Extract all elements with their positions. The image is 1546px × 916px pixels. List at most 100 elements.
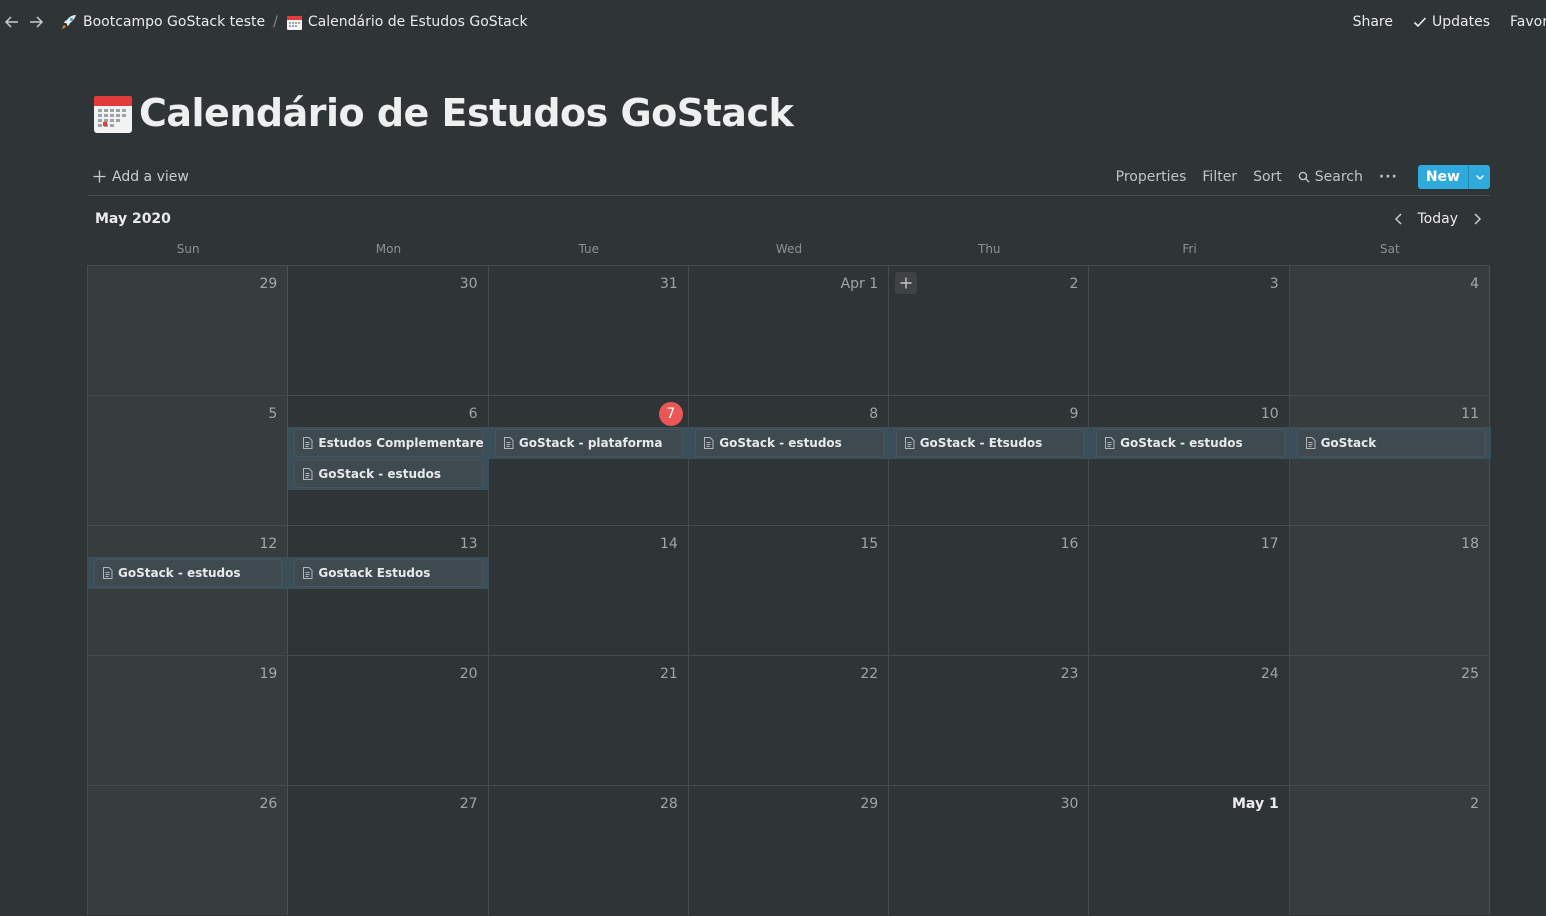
event-card[interactable]: Estudos Complementares [294, 429, 483, 457]
calendar-day-cell[interactable]: 20 [288, 656, 489, 785]
event-card[interactable]: GoStack - estudos [695, 429, 884, 457]
more-options-button[interactable]: ··· [1373, 166, 1404, 188]
weekday-header: Sun Mon Tue Wed Thu Fri Sat [88, 238, 1490, 264]
calendar-day-cell[interactable]: 24 [1089, 656, 1290, 785]
day-number: 14 [660, 536, 678, 552]
calendar-icon [94, 96, 132, 133]
calendar-day-cell[interactable]: 2 [1289, 786, 1490, 915]
calendar-day-cell[interactable]: 12 [88, 526, 289, 655]
filter-button[interactable]: Filter [1196, 166, 1243, 188]
day-number: 6 [468, 406, 478, 422]
event-card[interactable]: Gostack Estudos [294, 559, 483, 587]
calendar-day-cell[interactable]: May 1 [1089, 786, 1290, 915]
event-card[interactable]: GoStack - Etsudos [895, 429, 1085, 457]
calendar-day-cell[interactable]: 21 [489, 656, 689, 785]
calendar-day-cell[interactable]: 26 [88, 786, 289, 915]
calendar-day-cell[interactable]: 19 [88, 656, 289, 785]
event-title: Estudos Complementares [318, 436, 483, 450]
calendar-day-cell[interactable]: 5 [88, 396, 289, 525]
calendar-day-cell[interactable]: 16 [889, 526, 1090, 655]
event-card[interactable]: GoStack - estudos [1096, 429, 1285, 457]
calendar-day-cell[interactable]: 23 [889, 656, 1090, 785]
calendar-day-cell[interactable]: 11 [1289, 396, 1490, 525]
calendar-day-cell[interactable]: 30 [889, 786, 1090, 915]
event-card[interactable]: GoStack - estudos [294, 460, 483, 488]
weekday-label: Mon [375, 242, 402, 256]
search-button[interactable]: Search [1292, 166, 1369, 188]
view-actions: Properties Filter Sort Search ··· New [1110, 164, 1490, 189]
calendar-day-cell[interactable]: 28 [489, 786, 689, 915]
calendar-day-cell[interactable]: 9 [889, 396, 1090, 525]
day-number: Apr 1 [840, 276, 879, 292]
calendar-day-cell[interactable]: 4 [1289, 266, 1490, 395]
day-number: 19 [259, 666, 278, 682]
weekday-label: Sun [176, 242, 200, 256]
forward-arrow-icon[interactable] [24, 10, 48, 34]
day-number: 21 [660, 666, 678, 682]
event-card[interactable]: GoStack - estudos [94, 559, 283, 587]
breadcrumb-item-workspace[interactable]: Bootcampo GoStack teste [56, 11, 269, 33]
day-number: 17 [1260, 536, 1279, 552]
calendar-day-cell[interactable]: 8 [689, 396, 890, 525]
share-button[interactable]: Share [1345, 11, 1401, 33]
page-icon [1305, 437, 1316, 449]
day-number: 30 [459, 276, 478, 292]
calendar-day-cell[interactable]: 30 [288, 266, 489, 395]
calendar-day-cell[interactable]: 7 [489, 396, 689, 525]
page-title[interactable]: Calendário de Estudos GoStack [93, 88, 794, 138]
day-number: 27 [459, 796, 478, 812]
calendar-day-cell[interactable]: 18 [1289, 526, 1490, 655]
page-icon [303, 567, 313, 579]
next-month-button[interactable] [1468, 211, 1486, 227]
more-icon: ··· [1378, 168, 1398, 185]
back-arrow-icon[interactable] [0, 10, 24, 34]
weekday-label: Thu [978, 242, 1001, 256]
add-view-button[interactable]: Add a view [88, 169, 189, 185]
calendar-day-cell[interactable]: 3 [1089, 266, 1290, 395]
calendar-day-cell[interactable]: 14 [489, 526, 689, 655]
rocket-icon [62, 15, 76, 29]
calendar-week: 12 13 14 15 16 17 18 GoStack - estudos Gostack E… [88, 525, 1490, 655]
new-button[interactable]: New [1418, 165, 1468, 189]
today-button[interactable]: Today [1414, 209, 1463, 229]
event-title: GoStack - plataforma [518, 436, 663, 450]
month-label: May 2020 [95, 211, 171, 227]
sort-button[interactable]: Sort [1247, 166, 1288, 188]
new-dropdown-button[interactable] [1468, 164, 1490, 189]
new-label: New [1425, 168, 1460, 185]
page-icon [704, 437, 714, 449]
day-number: 8 [869, 406, 879, 422]
search-label: Search [1314, 168, 1363, 185]
calendar-day-cell[interactable]: 29 [88, 266, 289, 395]
calendar-day-cell[interactable]: 2 [889, 266, 1090, 395]
calendar-day-cell[interactable]: 15 [689, 526, 890, 655]
day-number: 24 [1260, 666, 1279, 682]
updates-button[interactable]: Updates [1405, 11, 1498, 33]
page-icon [1105, 437, 1115, 449]
weekday-label: Sat [1380, 242, 1400, 256]
breadcrumb-item-page[interactable]: Calendário de Estudos GoStack [282, 12, 532, 33]
event-card[interactable]: GoStack - plataforma [494, 429, 684, 457]
previous-month-button[interactable] [1390, 211, 1408, 227]
calendar-day-cell[interactable]: 10 [1089, 396, 1290, 525]
event-card[interactable]: GoStack [1296, 429, 1485, 457]
day-number: 25 [1461, 666, 1479, 682]
calendar-day-cell[interactable]: 22 [689, 656, 890, 785]
page-icon [303, 468, 313, 480]
favorite-button[interactable]: Favorite [1502, 11, 1546, 33]
day-number: 10 [1260, 406, 1279, 422]
day-number: 29 [259, 276, 278, 292]
chevron-down-icon [1475, 174, 1484, 180]
calendar-day-cell[interactable]: 17 [1089, 526, 1290, 655]
calendar-day-cell[interactable]: 29 [689, 786, 890, 915]
calendar-day-cell[interactable]: 27 [288, 786, 489, 915]
calendar-day-cell[interactable]: 25 [1289, 656, 1490, 785]
calendar-day-cell[interactable]: 13 [288, 526, 489, 655]
calendar-day-cell[interactable]: Apr 1 [689, 266, 890, 395]
day-number: 5 [268, 406, 278, 422]
properties-button[interactable]: Properties [1110, 166, 1193, 188]
view-toolbar: Add a view Properties Filter Sort Search… [88, 158, 1490, 196]
calendar-day-cell[interactable]: 31 [489, 266, 689, 395]
add-event-plus-icon[interactable] [895, 272, 918, 294]
event-title: GoStack - estudos [118, 566, 241, 580]
